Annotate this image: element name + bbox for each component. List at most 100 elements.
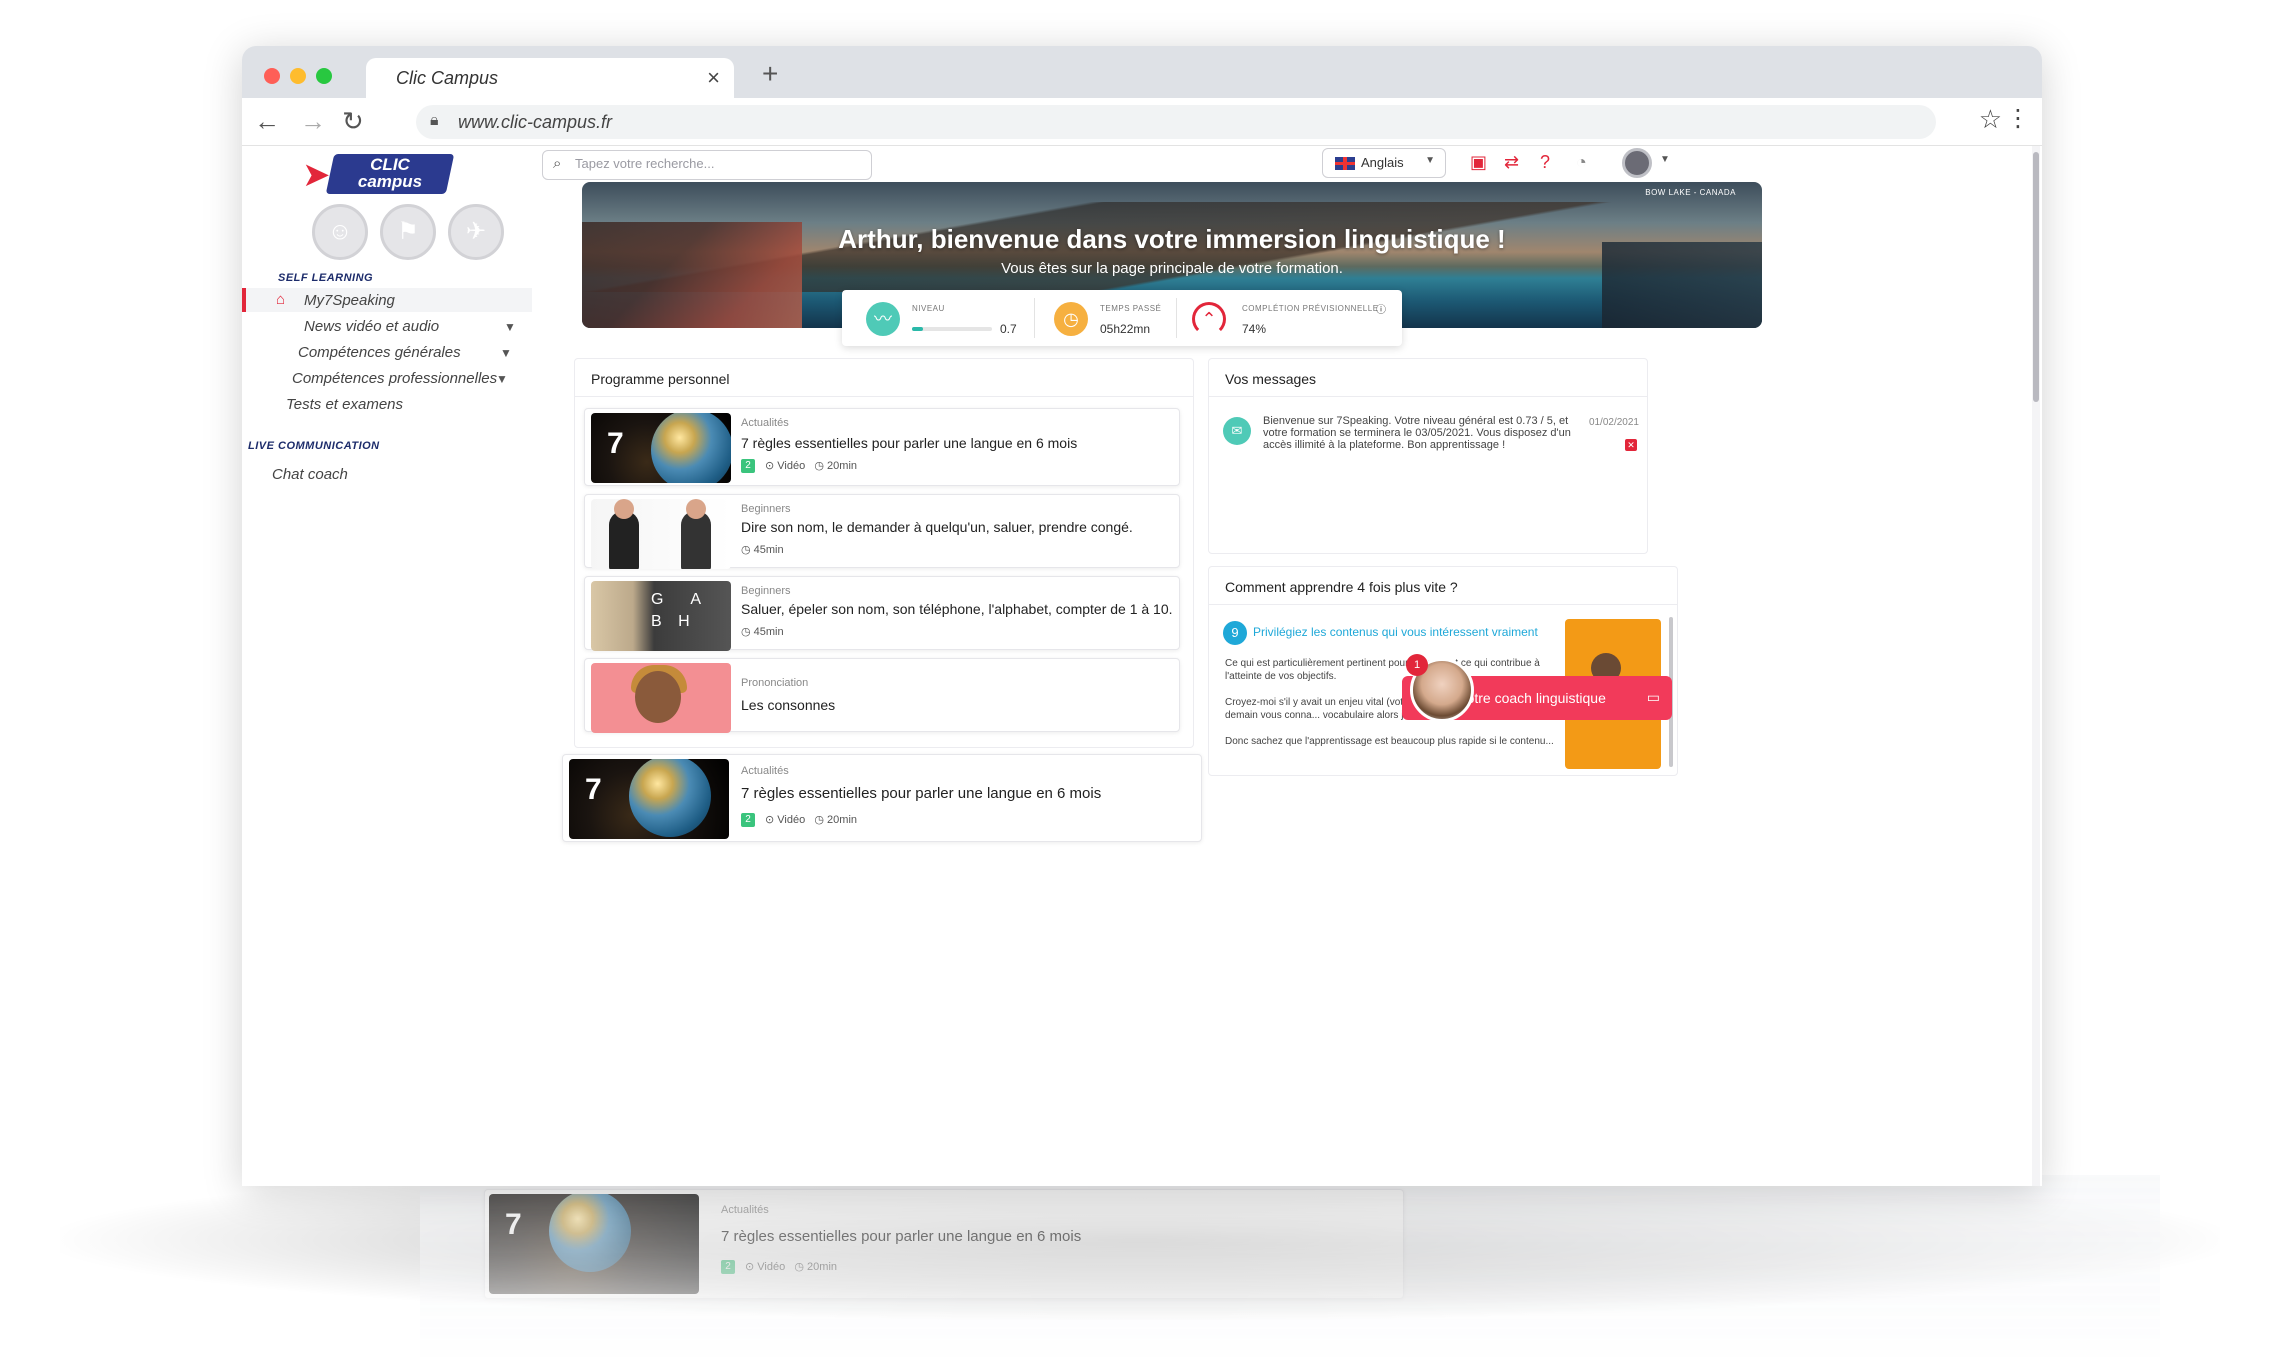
card-category: Actualités — [741, 417, 789, 429]
info-icon[interactable]: ⓘ — [1376, 301, 1386, 316]
tips-title: Comment apprendre 4 fois plus vite ? — [1225, 579, 1458, 595]
card-category: Beginners — [741, 585, 791, 597]
screen-reflection: 7 Actualités 7 règles essentielles pour … — [420, 1175, 2160, 1357]
level-progress-fill — [912, 327, 924, 331]
banner-location: BOW LAKE - CANADA — [1645, 188, 1736, 197]
user-avatar[interactable] — [1622, 148, 1652, 178]
card-meta: ◷ 45min — [741, 625, 784, 638]
card-title: Saluer, épeler son nom, son téléphone, l… — [741, 601, 1173, 617]
stats-strip: 〰 NIVEAU 0.7 ◷ TEMPS PASSÉ 05h22mn ⌃ COM… — [842, 290, 1402, 346]
new-tab-button[interactable]: + — [762, 58, 778, 90]
card-category: Prononciation — [741, 677, 809, 689]
translate-icon[interactable]: ⇄ — [1504, 152, 1519, 173]
messages-title: Vos messages — [1225, 371, 1317, 387]
logo-text: CLIC campus — [338, 156, 442, 190]
chevron-down-icon[interactable]: ▼ — [1660, 154, 1670, 165]
program-panel-header: Programme personnel — [575, 359, 1193, 397]
envelope-icon: ✉ — [1223, 417, 1251, 445]
time-value: 05h22mn — [1100, 322, 1151, 336]
chevron-down-icon: ▼ — [1425, 155, 1435, 166]
tip-headline[interactable]: Privilégiez les contenus qui vous intére… — [1253, 625, 1538, 639]
card-duration: 45min — [753, 544, 784, 556]
page-scrollbar-thumb[interactable] — [2033, 152, 2039, 402]
home-icon: ⌂ — [276, 291, 286, 308]
url-text: www.clic-campus.fr — [458, 112, 613, 132]
program-title: Programme personnel — [591, 371, 730, 387]
bookmark-star-icon[interactable]: ☆ — [1979, 104, 2002, 135]
browser-menu-icon[interactable]: ⋮ — [2006, 104, 2030, 133]
woman-face — [635, 671, 681, 723]
chevron-down-icon[interactable]: ▼ — [500, 346, 512, 360]
notification-bell-icon[interactable]: ◔ — [1576, 152, 1587, 173]
clock-icon: ◷ — [814, 460, 828, 472]
help-icon[interactable]: ? — [1540, 152, 1550, 173]
tab-close-icon[interactable]: × — [707, 65, 720, 91]
program-card[interactable]: 7 Actualités 7 règles essentielles pour … — [584, 408, 1180, 486]
play-icon: ⊙ — [765, 814, 778, 826]
coach-label: Votre coach linguistique — [1458, 690, 1606, 706]
stat-divider — [1176, 298, 1177, 338]
card-title: 7 règles essentielles pour parler une la… — [741, 785, 1102, 802]
level-icon: 〰 — [866, 302, 900, 336]
seven-logo-icon: 7 — [505, 1208, 522, 1241]
search-box[interactable]: ⌕ — [542, 150, 872, 180]
coach-notification-badge: 1 — [1406, 654, 1428, 676]
maximize-window-button[interactable] — [316, 68, 332, 84]
tips-panel-header: Comment apprendre 4 fois plus vite ? — [1209, 567, 1677, 605]
immersion-mode-button[interactable]: ✈ — [448, 204, 504, 260]
app-topbar: ⌕ Anglais ▼ ▣ ⇄ ? ◔ ▼ — [532, 146, 2042, 186]
search-input[interactable] — [575, 156, 865, 171]
forward-arrow-icon[interactable]: → — [300, 106, 326, 137]
card-duration: 20min — [827, 460, 858, 472]
self-learning-section: SELF LEARNING — [278, 272, 374, 284]
program-card[interactable]: G AB H Beginners Saluer, épeler son nom,… — [584, 576, 1180, 651]
url-field[interactable]: 🔒︎ www.clic-campus.fr — [416, 105, 1936, 139]
logo-line2: campus — [357, 172, 423, 191]
card-type: Vidéo — [777, 814, 806, 826]
sidebar-item-competences-pro[interactable]: Compétences professionnelles — [292, 370, 497, 387]
sidebar-item-tests[interactable]: Tests et examens — [286, 396, 403, 413]
sidebar-item-my7speaking[interactable]: My7Speaking — [304, 292, 395, 309]
self-learning-mode-button[interactable]: ☺ — [312, 204, 368, 260]
message-text[interactable]: Bienvenue sur 7Speaking. Votre niveau gé… — [1263, 415, 1593, 451]
language-selector[interactable]: Anglais ▼ — [1322, 148, 1446, 178]
clock-icon: ◷ — [814, 814, 828, 826]
program-card[interactable]: Beginners Dire son nom, le demander à qu… — [584, 494, 1180, 569]
program-card[interactable]: Prononciation Les consonnes — [584, 658, 1180, 733]
chevron-down-icon[interactable]: ▼ — [504, 320, 516, 334]
sidebar: ➤ CLIC campus ☺ ⚑ ✈ SELF LEARNING ⌂ My7S… — [242, 146, 532, 1186]
reflection-duration: 20min — [807, 1261, 838, 1273]
play-icon: ⊙ — [765, 460, 778, 472]
card-type: Vidéo — [777, 460, 806, 472]
card-category: Beginners — [741, 503, 791, 515]
browser-tab[interactable]: Clic Campus × — [366, 58, 734, 98]
sidebar-item-news[interactable]: News vidéo et audio — [304, 318, 439, 335]
businessman-figure — [609, 511, 639, 569]
card-meta: 2 ⊙ Vidéo ◷ 20min — [741, 459, 858, 474]
close-window-button[interactable] — [264, 68, 280, 84]
browser-window: Clic Campus × + ← → ↻ 🔒︎ www.clic-campus… — [242, 46, 2042, 1186]
chevron-down-icon[interactable]: ▼ — [496, 372, 508, 386]
page-content: ➤ CLIC campus ☺ ⚑ ✈ SELF LEARNING ⌂ My7S… — [242, 146, 2042, 1186]
card-title: 7 règles essentielles pour parler une la… — [741, 435, 1078, 451]
reflection-card: 7 Actualités 7 règles essentielles pour … — [484, 1189, 1404, 1299]
card-duration: 20min — [827, 814, 858, 826]
businessman-head — [614, 499, 634, 519]
program-card-floating[interactable]: 7 Actualités 7 règles essentielles pour … — [562, 754, 1202, 842]
clic-campus-logo[interactable]: ➤ CLIC campus — [302, 154, 455, 198]
minimize-window-button[interactable] — [290, 68, 306, 84]
time-label: TEMPS PASSÉ — [1100, 304, 1162, 313]
welcome-subtitle: Vous êtes sur la page principale de votr… — [1001, 260, 1343, 277]
sidebar-item-chat-coach[interactable]: Chat coach — [272, 466, 348, 483]
sidebar-item-competences-generales[interactable]: Compétences générales — [298, 344, 461, 361]
clock-icon: ◷ — [1054, 302, 1088, 336]
stat-divider — [1034, 298, 1035, 338]
live-mode-button[interactable]: ⚑ — [380, 204, 436, 260]
completion-value: 74% — [1242, 322, 1267, 336]
reload-icon[interactable]: ↻ — [342, 106, 364, 137]
bookmark-icon[interactable]: ▣ — [1470, 152, 1487, 173]
card-thumbnail — [591, 499, 731, 569]
delete-message-icon[interactable]: ✕ — [1625, 439, 1637, 451]
back-arrow-icon[interactable]: ← — [254, 106, 280, 137]
clock-icon: ◷ — [741, 626, 754, 638]
